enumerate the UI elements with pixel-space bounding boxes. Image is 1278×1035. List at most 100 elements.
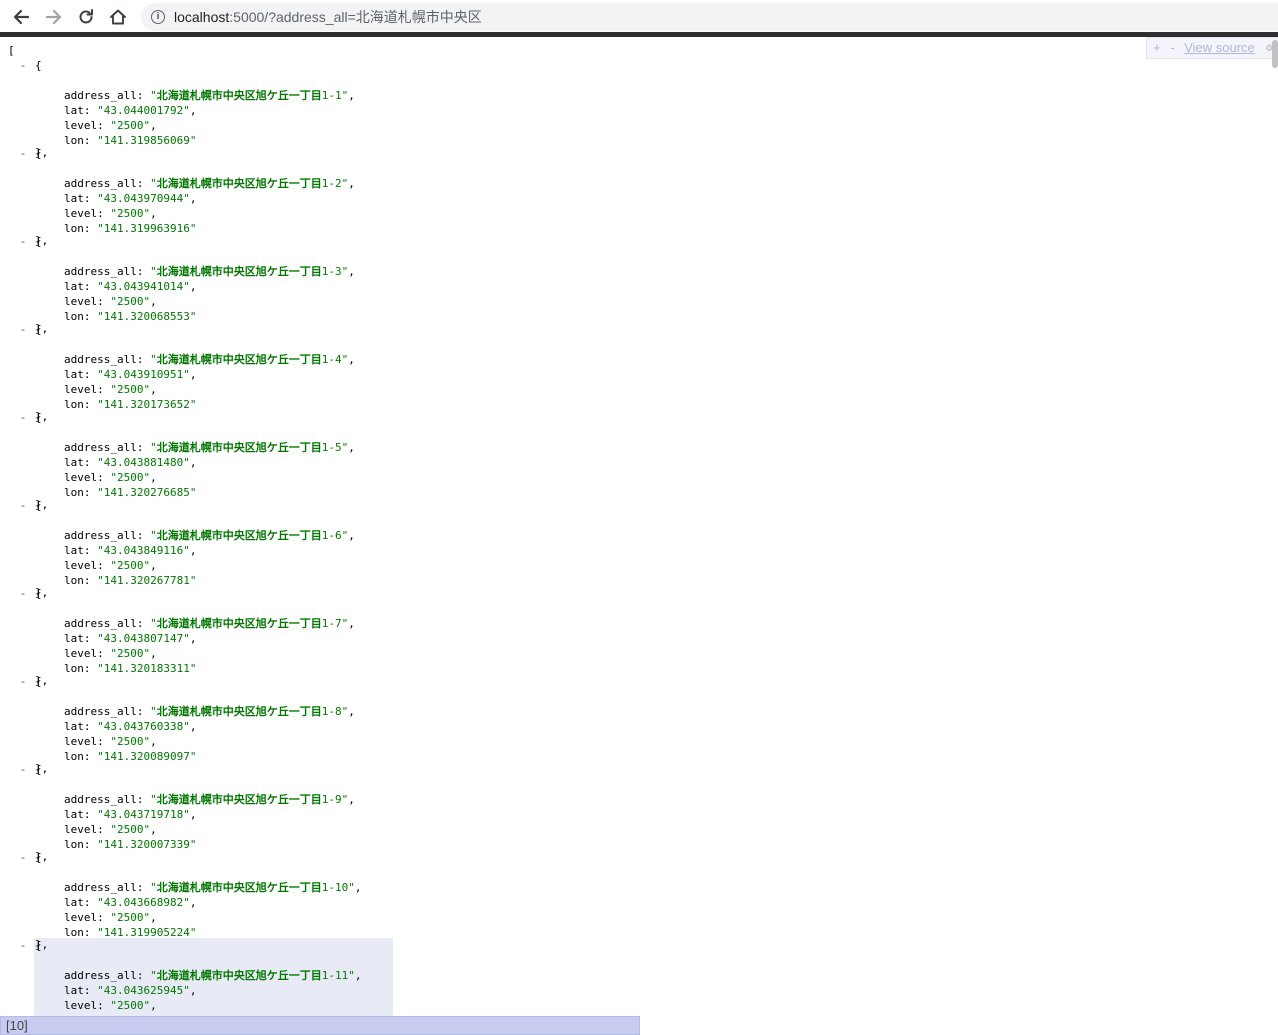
collapse-toggle[interactable]: - <box>18 58 28 73</box>
json-string-value: "北海道札幌市中央区旭ケ丘一丁目1-10" <box>150 881 355 894</box>
json-string-value: "141.320183311" <box>97 662 197 675</box>
json-key: lat: <box>64 104 98 117</box>
json-key: lon: <box>64 310 98 323</box>
json-property: lon: "141.320007339" <box>64 837 196 852</box>
json-key: level: <box>64 559 111 572</box>
json-key: address_all: <box>64 705 151 718</box>
json-property: level: "2500", <box>64 823 157 836</box>
json-string-value: "141.320173652" <box>97 398 197 411</box>
json-key: level: <box>64 471 111 484</box>
collapse-toggle[interactable]: - <box>18 234 28 249</box>
json-property: lon: "141.320183311" <box>64 661 196 676</box>
object-open-brace: { <box>35 235 42 248</box>
json-property: lon: "141.320089097" <box>64 749 196 764</box>
json-property: address_all: "北海道札幌市中央区旭ケ丘一丁目1-7", <box>64 617 355 630</box>
address-bar[interactable]: i localhost:5000/?address_all=北海道札幌市中央区 <box>141 3 1278 31</box>
forward-button[interactable] <box>41 4 67 30</box>
json-string-value: "北海道札幌市中央区旭ケ丘一丁目1-2" <box>150 177 349 190</box>
json-key: address_all: <box>64 265 151 278</box>
json-string-value: "43.043881480" <box>97 456 190 469</box>
json-property: address_all: "北海道札幌市中央区旭ケ丘一丁目1-10", <box>64 881 362 894</box>
json-key: address_all: <box>64 177 151 190</box>
json-key: lat: <box>64 368 98 381</box>
back-button[interactable] <box>8 4 34 30</box>
object-open-brace: { <box>35 499 42 512</box>
object-open-brace: { <box>35 323 42 336</box>
json-viewer: [-{address_all: "北海道札幌市中央区旭ケ丘一丁目1-1", lat… <box>0 37 1278 1035</box>
json-property: lat: "43.043668982", <box>64 896 197 909</box>
json-string-value: "2500" <box>110 383 151 396</box>
collapse-toggle[interactable]: - <box>18 410 28 425</box>
json-string-value: "2500" <box>110 999 151 1012</box>
json-key: level: <box>64 911 111 924</box>
json-string-value: "43.044001792" <box>97 104 190 117</box>
json-property: level: "2500", <box>64 559 157 572</box>
json-key: address_all: <box>64 89 151 102</box>
json-key: lon: <box>64 486 98 499</box>
json-string-value: "43.043807147" <box>97 632 190 645</box>
json-property: lon: "141.319905224" <box>64 925 196 940</box>
json-string-value: "2500" <box>110 735 151 748</box>
json-string-value: "北海道札幌市中央区旭ケ丘一丁目1-6" <box>150 529 349 542</box>
json-string-value: "北海道札幌市中央区旭ケ丘一丁目1-8" <box>150 705 349 718</box>
json-key: level: <box>64 735 111 748</box>
info-icon[interactable]: i <box>151 10 165 24</box>
json-property: lon: "141.320068553" <box>64 309 196 324</box>
json-string-value: "43.043941014" <box>97 280 190 293</box>
url-host: localhost <box>174 9 230 25</box>
json-property: level: "2500", <box>64 911 157 924</box>
json-property: lat: "43.043760338", <box>64 720 197 733</box>
collapse-toggle[interactable]: - <box>18 938 28 953</box>
json-key: lat: <box>64 192 98 205</box>
json-property: lat: "43.043719718", <box>64 808 197 821</box>
json-key: lon: <box>64 574 98 587</box>
json-key: lat: <box>64 984 98 997</box>
collapse-all-button[interactable]: - <box>1170 40 1174 55</box>
json-property: lon: "141.320267781" <box>64 573 196 588</box>
json-string-value: "北海道札幌市中央区旭ケ丘一丁目1-11" <box>150 969 355 982</box>
json-key: lat: <box>64 544 98 557</box>
json-string-value: "43.043668982" <box>97 896 190 909</box>
json-string-value: "141.320089097" <box>97 750 197 763</box>
collapse-toggle[interactable]: - <box>18 146 28 161</box>
json-property: lat: "43.044001792", <box>64 104 197 117</box>
reload-button[interactable] <box>73 4 99 30</box>
json-string-value: "2500" <box>110 207 151 220</box>
view-source-link[interactable]: View source <box>1184 40 1255 55</box>
expand-all-button[interactable]: + <box>1153 40 1161 55</box>
json-key: lon: <box>64 750 98 763</box>
json-string-value: "43.043625945" <box>97 984 190 997</box>
json-string-value: "2500" <box>110 559 151 572</box>
url-text[interactable]: localhost:5000/?address_all=北海道札幌市中央区 <box>174 7 482 27</box>
collapse-toggle[interactable]: - <box>18 762 28 777</box>
collapse-toggle[interactable]: - <box>18 322 28 337</box>
object-open-brace: { <box>35 763 42 776</box>
json-property: lat: "43.043625945", <box>64 984 197 997</box>
home-button[interactable] <box>105 4 131 30</box>
json-property: address_all: "北海道札幌市中央区旭ケ丘一丁目1-4", <box>64 353 355 366</box>
collapse-toggle[interactable]: - <box>18 498 28 513</box>
json-property: address_all: "北海道札幌市中央区旭ケ丘一丁目1-9", <box>64 793 355 806</box>
object-open-brace: { <box>35 939 42 952</box>
object-open-brace: { <box>35 411 42 424</box>
json-key: lat: <box>64 632 98 645</box>
json-string-value: "141.319963916" <box>97 222 197 235</box>
collapse-toggle[interactable]: - <box>18 850 28 865</box>
json-string-value: "141.320007339" <box>97 838 197 851</box>
object-open-brace: { <box>35 851 42 864</box>
json-key: lat: <box>64 720 98 733</box>
json-key: level: <box>64 383 111 396</box>
collapse-toggle[interactable]: - <box>18 586 28 601</box>
collapse-toggle[interactable]: - <box>18 674 28 689</box>
json-property: lon: "141.320173652" <box>64 397 196 412</box>
json-string-value: "2500" <box>110 119 151 132</box>
object-open-brace: { <box>35 587 42 600</box>
json-property: lat: "43.043807147", <box>64 632 197 645</box>
url-path: :5000/?address_all=北海道札幌市中央区 <box>229 9 482 25</box>
scrollbar-thumb[interactable] <box>1272 40 1278 68</box>
json-property: level: "2500", <box>64 295 157 308</box>
json-string-value: "141.320068553" <box>97 310 197 323</box>
json-string-value: "2500" <box>110 471 151 484</box>
json-key: address_all: <box>64 617 151 630</box>
json-key: address_all: <box>64 881 151 894</box>
